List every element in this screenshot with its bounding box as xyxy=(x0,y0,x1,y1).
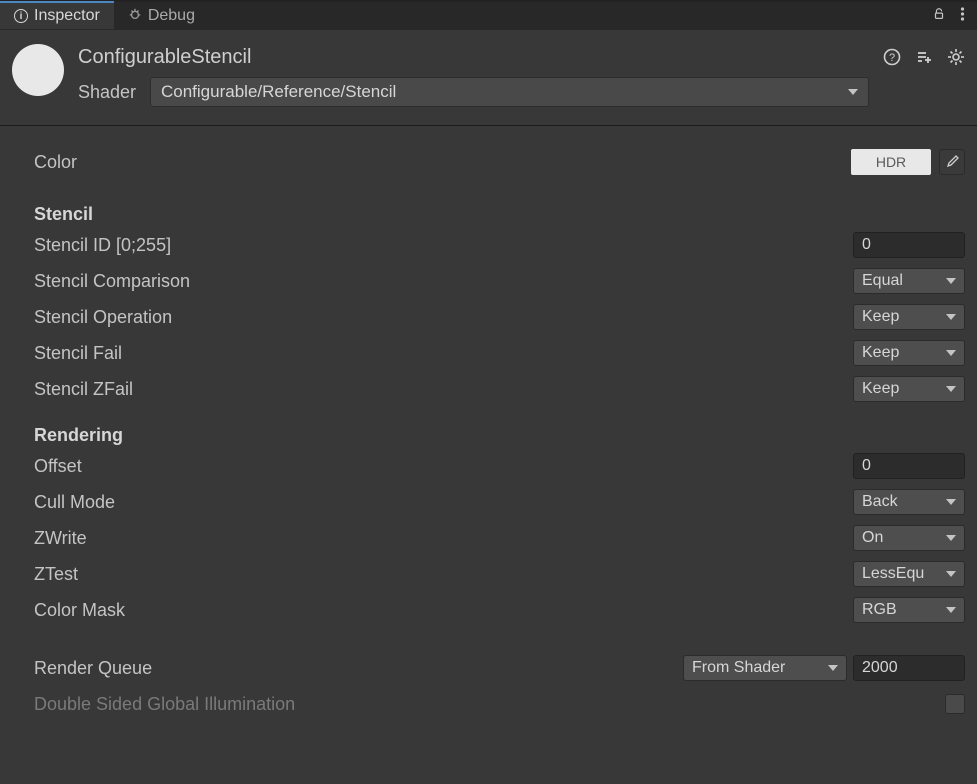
stencil-id-label: Stencil ID [0;255] xyxy=(34,235,853,256)
material-preview-icon[interactable] xyxy=(12,44,64,96)
render-queue-value: 2000 xyxy=(862,659,898,677)
stencil-zfail-value: Keep xyxy=(862,380,899,398)
stencil-comparison-label: Stencil Comparison xyxy=(34,271,853,292)
chevron-down-icon xyxy=(946,350,956,356)
cull-mode-label: Cull Mode xyxy=(34,492,853,513)
offset-input[interactable]: 0 xyxy=(853,453,965,479)
shader-value: Configurable/Reference/Stencil xyxy=(161,82,396,102)
tab-inspector[interactable]: i Inspector xyxy=(0,1,114,29)
ztest-label: ZTest xyxy=(34,564,853,585)
double-sided-gi-checkbox[interactable] xyxy=(945,694,965,714)
eyedropper-icon xyxy=(944,154,960,170)
presets-icon[interactable] xyxy=(915,48,933,71)
chevron-down-icon xyxy=(946,314,956,320)
shader-dropdown[interactable]: Configurable/Reference/Stencil xyxy=(150,77,869,107)
svg-text:?: ? xyxy=(889,52,895,64)
offset-label: Offset xyxy=(34,456,853,477)
stencil-fail-row: Stencil Fail Keep xyxy=(34,335,965,371)
material-name: ConfigurableStencil xyxy=(78,46,251,69)
chevron-down-icon xyxy=(946,607,956,613)
render-queue-row: Render Queue From Shader 2000 xyxy=(34,650,965,686)
zwrite-dropdown[interactable]: On xyxy=(853,525,965,551)
stencil-comparison-dropdown[interactable]: Equal xyxy=(853,268,965,294)
offset-row: Offset 0 xyxy=(34,448,965,484)
stencil-fail-label: Stencil Fail xyxy=(34,343,853,364)
stencil-operation-dropdown[interactable]: Keep xyxy=(853,304,965,330)
chevron-down-icon xyxy=(946,499,956,505)
hdr-badge: HDR xyxy=(876,154,906,170)
color-swatch[interactable]: HDR xyxy=(851,149,931,175)
chevron-down-icon xyxy=(848,89,858,95)
stencil-operation-label: Stencil Operation xyxy=(34,307,853,328)
render-queue-mode-value: From Shader xyxy=(692,659,785,677)
chevron-down-icon xyxy=(946,571,956,577)
render-queue-label: Render Queue xyxy=(34,658,683,679)
chevron-down-icon xyxy=(828,665,838,671)
material-header: ConfigurableStencil Shader Configurable/… xyxy=(0,30,977,115)
zwrite-label: ZWrite xyxy=(34,528,853,549)
ztest-dropdown[interactable]: LessEqu xyxy=(853,561,965,587)
color-label: Color xyxy=(34,152,851,173)
chevron-down-icon xyxy=(946,386,956,392)
info-icon: i xyxy=(14,9,28,23)
stencil-id-value: 0 xyxy=(862,236,871,254)
cull-mode-dropdown[interactable]: Back xyxy=(853,489,965,515)
zwrite-value: On xyxy=(862,529,883,547)
rendering-heading: Rendering xyxy=(34,425,965,446)
zwrite-row: ZWrite On xyxy=(34,520,965,556)
color-mask-value: RGB xyxy=(862,601,897,619)
color-row: Color HDR xyxy=(34,144,965,180)
stencil-zfail-label: Stencil ZFail xyxy=(34,379,853,400)
help-icon[interactable]: ? xyxy=(883,48,901,71)
lock-icon[interactable] xyxy=(932,7,946,26)
stencil-operation-row: Stencil Operation Keep xyxy=(34,299,965,335)
stencil-operation-value: Keep xyxy=(862,308,899,326)
stencil-comparison-row: Stencil Comparison Equal xyxy=(34,263,965,299)
color-mask-row: Color Mask RGB xyxy=(34,592,965,628)
stencil-zfail-dropdown[interactable]: Keep xyxy=(853,376,965,402)
offset-value: 0 xyxy=(862,457,871,475)
stencil-fail-dropdown[interactable]: Keep xyxy=(853,340,965,366)
inspector-body: Color HDR Stencil Stencil ID [0;255] 0 S… xyxy=(0,126,977,734)
chevron-down-icon xyxy=(946,535,956,541)
stencil-fail-value: Keep xyxy=(862,344,899,362)
cull-mode-row: Cull Mode Back xyxy=(34,484,965,520)
double-sided-gi-row: Double Sided Global Illumination xyxy=(34,686,965,722)
render-queue-mode-dropdown[interactable]: From Shader xyxy=(683,655,847,681)
tab-debug[interactable]: Debug xyxy=(114,2,209,30)
eyedropper-button[interactable] xyxy=(939,149,965,175)
color-mask-dropdown[interactable]: RGB xyxy=(853,597,965,623)
shader-label: Shader xyxy=(78,82,138,103)
double-sided-gi-label: Double Sided Global Illumination xyxy=(34,694,945,715)
stencil-comparison-value: Equal xyxy=(862,272,903,290)
menu-icon[interactable] xyxy=(960,6,965,27)
stencil-id-row: Stencil ID [0;255] 0 xyxy=(34,227,965,263)
stencil-id-input[interactable]: 0 xyxy=(853,232,965,258)
ztest-value: LessEqu xyxy=(862,565,924,583)
color-mask-label: Color Mask xyxy=(34,600,853,621)
ztest-row: ZTest LessEqu xyxy=(34,556,965,592)
render-queue-input[interactable]: 2000 xyxy=(853,655,965,681)
tab-inspector-label: Inspector xyxy=(34,7,100,25)
cull-mode-value: Back xyxy=(862,493,898,511)
chevron-down-icon xyxy=(946,278,956,284)
tab-bar: i Inspector Debug xyxy=(0,0,977,30)
tab-debug-label: Debug xyxy=(148,7,195,25)
stencil-zfail-row: Stencil ZFail Keep xyxy=(34,371,965,407)
bug-icon xyxy=(128,7,142,26)
gear-icon[interactable] xyxy=(947,48,965,71)
stencil-heading: Stencil xyxy=(34,204,965,225)
